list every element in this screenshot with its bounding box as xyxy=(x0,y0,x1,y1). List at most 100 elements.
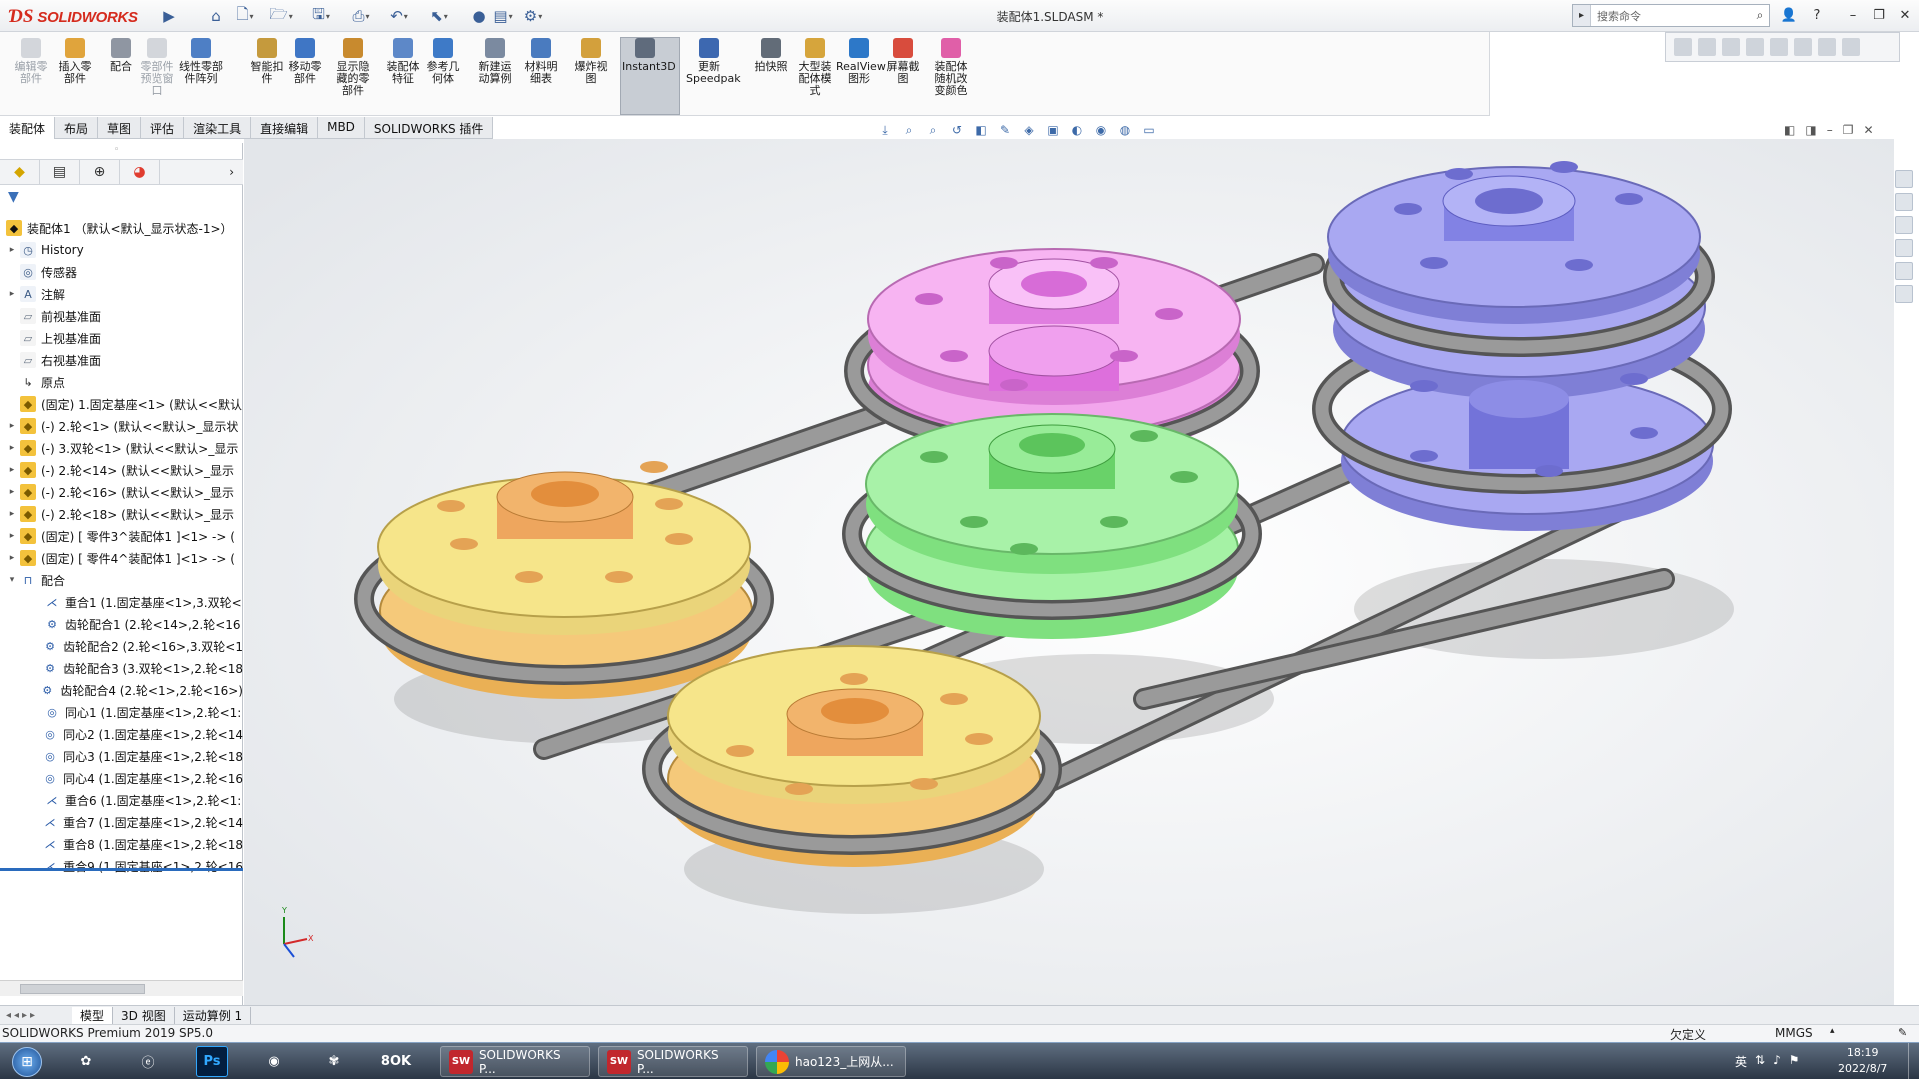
tree-expander-icon[interactable]: ▸ xyxy=(6,443,18,453)
ribbon-button-edit-component[interactable]: 编辑零 部件 xyxy=(8,38,54,85)
ribbon-button-linear-pattern[interactable]: 线性零部 件阵列 xyxy=(178,38,224,85)
clock[interactable]: 18:19 2022/8/7 xyxy=(1838,1045,1887,1077)
property-manager-tab-icon[interactable]: ▤ xyxy=(40,160,80,184)
tree-item[interactable]: ◎ 传感器 xyxy=(0,261,243,283)
command-tab[interactable]: 渲染工具 xyxy=(184,117,252,139)
customize-status-icon[interactable]: ✎ xyxy=(1898,1026,1907,1039)
blue-double-pulley[interactable] xyxy=(1312,161,1732,531)
ribbon-button-large-assembly[interactable]: 大型装 配体模 式 xyxy=(792,38,838,97)
previous-view-icon[interactable]: ↺ xyxy=(948,121,966,139)
ok-app-icon[interactable]: 8OK xyxy=(374,1046,418,1077)
command-tab[interactable]: MBD xyxy=(318,117,365,139)
tree-item[interactable]: ▸ ◷ History xyxy=(0,239,243,261)
command-tab[interactable]: SOLIDWORKS 插件 xyxy=(365,117,494,139)
balloon-icon[interactable] xyxy=(1698,38,1716,56)
section-view-icon[interactable]: ◧ xyxy=(972,121,990,139)
dynamic-annotation-icon[interactable]: ✎ xyxy=(996,121,1014,139)
units-chevron-icon[interactable]: ▴ xyxy=(1830,1026,1835,1036)
command-tab[interactable]: 直接编辑 xyxy=(251,117,319,139)
hide-show-icon[interactable]: ◐ xyxy=(1068,121,1086,139)
tree-item[interactable]: ⚙ 齿轮配合3 (3.双轮<1>,2.轮<18 xyxy=(0,657,243,679)
view-orient-icon[interactable]: ⤓ xyxy=(876,121,894,139)
tree-item[interactable]: ↳ 原点 xyxy=(0,371,243,393)
file-explorer-icon[interactable] xyxy=(1895,216,1913,234)
tree-item[interactable]: ◎ 同心2 (1.固定基座<1>,2.轮<14 xyxy=(0,723,243,745)
help-icon[interactable]: ? xyxy=(1806,5,1828,25)
select-icon[interactable]: ⬉ ▾ xyxy=(428,5,450,27)
scrollbar-thumb[interactable] xyxy=(20,984,145,994)
model-tab[interactable]: 3D 视图 xyxy=(113,1006,175,1024)
resources-icon[interactable] xyxy=(1895,170,1913,188)
feature-manager-tab-icon[interactable]: ◆ xyxy=(0,160,40,184)
tree-rollback-bar[interactable] xyxy=(0,868,243,871)
tree-item[interactable]: ⋌ 重合1 (1.固定基座<1>,3.双轮< xyxy=(0,591,243,613)
zoom-area-icon[interactable]: ⌕ xyxy=(924,121,942,139)
undo-icon[interactable]: ↶ ▾ xyxy=(388,5,410,27)
viewport-restore-button[interactable]: ❐ xyxy=(1843,123,1854,137)
tree-item[interactable]: ⚙ 齿轮配合2 (2.轮<16>,3.双轮<1 xyxy=(0,635,243,657)
tile-right-icon[interactable]: ◨ xyxy=(1805,123,1816,137)
ribbon-button-reference-geometry[interactable]: 参考几 何体 xyxy=(420,38,466,85)
appearances-icon[interactable] xyxy=(1895,262,1913,280)
flag-icon[interactable]: ⚑ xyxy=(1789,1053,1800,1070)
apply-scene-icon[interactable]: ◍ xyxy=(1116,121,1134,139)
design-library-icon[interactable] xyxy=(1895,193,1913,211)
pinwheel-icon[interactable]: ✾ xyxy=(312,1046,356,1077)
restore-button[interactable]: ❐ xyxy=(1868,5,1890,25)
ribbon-button-show-hidden[interactable]: 显示隐 藏的零 部件 xyxy=(330,38,376,97)
units-selector[interactable]: MMGS xyxy=(1775,1026,1813,1040)
yellow-pulley-front[interactable] xyxy=(642,645,1062,867)
tree-item[interactable]: ▱ 前视基准面 xyxy=(0,305,243,327)
ime-icon[interactable]: 英 xyxy=(1735,1053,1747,1070)
ribbon-button-realview[interactable]: RealView 图形 xyxy=(836,38,886,85)
display-style-icon[interactable]: ▣ xyxy=(1044,121,1062,139)
search-input[interactable]: 搜索命令 xyxy=(1591,8,1751,24)
tree-expander-icon[interactable]: ▸ xyxy=(6,553,18,563)
surface-finish-icon[interactable] xyxy=(1722,38,1740,56)
model-tab[interactable]: 运动算例 1 xyxy=(175,1006,252,1024)
tree-item[interactable]: ⋌ 重合7 (1.固定基座<1>,2.轮<14 xyxy=(0,811,243,833)
volume-icon[interactable]: ♪ xyxy=(1773,1053,1781,1070)
command-tab[interactable]: 草图 xyxy=(98,117,142,139)
command-tab[interactable]: 装配体 xyxy=(0,117,56,139)
tree-item[interactable]: ▸ ◆ (-) 2.轮<14> (默认<<默认>_显示 xyxy=(0,459,243,481)
options-gear-icon[interactable]: ⚙ ▾ xyxy=(522,5,544,27)
tree-item[interactable]: ▸ ◆ (-) 3.双轮<1> (默认<<默认>_显示 xyxy=(0,437,243,459)
tree-item[interactable]: ◎ 同心3 (1.固定基座<1>,2.轮<18 xyxy=(0,745,243,767)
center-mark-icon[interactable] xyxy=(1818,38,1836,56)
tree-horizontal-scrollbar[interactable] xyxy=(0,980,243,996)
tree-item[interactable]: ▱ 上视基准面 xyxy=(0,327,243,349)
open-icon[interactable]: 🗁 ▾ xyxy=(269,5,293,27)
command-tab[interactable]: 布局 xyxy=(55,117,99,139)
model-tab[interactable]: 模型 xyxy=(72,1006,114,1024)
tree-item[interactable]: ⚙ 齿轮配合4 (2.轮<1>,2.轮<16>) xyxy=(0,679,243,701)
taskbar-app-icon[interactable]: ✿ xyxy=(64,1046,108,1077)
view-palette-icon[interactable] xyxy=(1895,239,1913,257)
file-properties-icon[interactable]: ▤ ▾ xyxy=(492,5,514,27)
tolerance-icon[interactable] xyxy=(1794,38,1812,56)
ribbon-button-random-color[interactable]: 装配体 随机改 变颜色 xyxy=(928,38,974,97)
panel-more-icon[interactable]: › xyxy=(160,160,240,184)
tree-item[interactable]: ▱ 右视基准面 xyxy=(0,349,243,371)
search-commands-box[interactable]: ▸ 搜索命令 ⌕ xyxy=(1572,4,1770,27)
search-mode-icon[interactable]: ▸ xyxy=(1573,5,1591,26)
show-desktop-button[interactable] xyxy=(1908,1043,1919,1080)
tree-item[interactable]: ⋌ 重合8 (1.固定基座<1>,2.轮<18 xyxy=(0,833,243,855)
tree-expander-icon[interactable]: ▸ xyxy=(6,531,18,541)
tree-expander-icon[interactable]: ▸ xyxy=(6,465,18,475)
ribbon-button-exploded-view[interactable]: 爆炸视 图 xyxy=(568,38,614,85)
ribbon-button-component-preview[interactable]: 零部件 预览窗 口 xyxy=(134,38,180,97)
tree-item[interactable]: ⋌ 重合6 (1.固定基座<1>,2.轮<1: xyxy=(0,789,243,811)
app-launcher-icon[interactable]: ◉ xyxy=(252,1046,296,1077)
panel-grip-icon[interactable]: ◦ xyxy=(114,145,119,155)
taskbar-window-button[interactable]: hao123_上网从... xyxy=(756,1046,906,1077)
ribbon-button-instant3d[interactable]: Instant3D xyxy=(622,38,676,73)
ribbon-button-screen-capture[interactable]: 屏幕截 图 xyxy=(880,38,926,85)
tree-item[interactable]: ▾ ⊓ 配合 xyxy=(0,569,243,591)
save-icon[interactable]: 🖫 ▾ xyxy=(310,5,332,27)
view-orientation-icon[interactable]: ◈ xyxy=(1020,121,1038,139)
solidworks-logo[interactable]: ƊS SOLIDWORKS xyxy=(8,4,154,30)
tree-item[interactable]: ▸ ◆ (固定) [ 零件4^装配体1 ]<1> -> ( xyxy=(0,547,243,569)
green-pulley[interactable] xyxy=(842,413,1262,639)
ribbon-button-snapshot[interactable]: 拍快照 xyxy=(748,38,794,73)
